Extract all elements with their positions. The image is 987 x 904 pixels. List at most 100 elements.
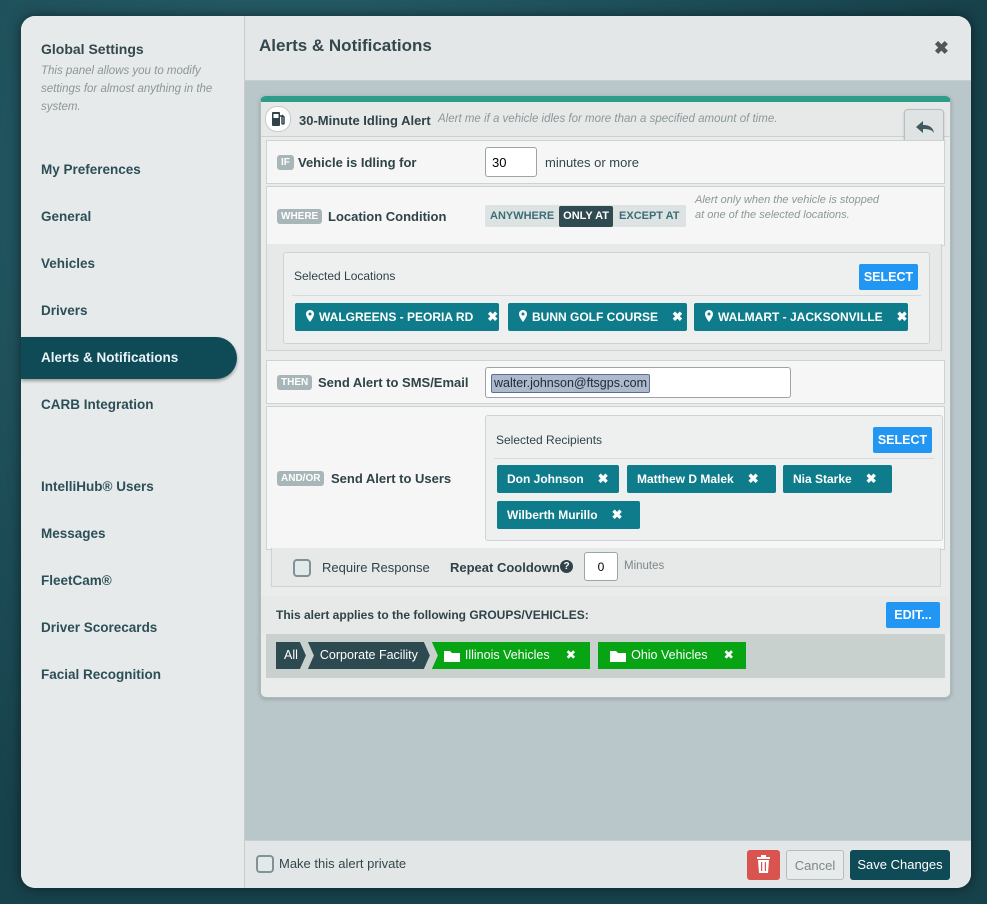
breadcrumb-corporate-facility[interactable]: Corporate Facility bbox=[308, 642, 430, 669]
alert-card-header: 30-Minute Idling Alert Alert me if a veh… bbox=[261, 102, 950, 147]
sidebar-description: This panel allows you to modify settings… bbox=[41, 65, 213, 113]
groups-bar: All Corporate Facility Illinois Vehicles… bbox=[266, 634, 945, 678]
then-tag: THEN bbox=[277, 375, 313, 390]
location-condition-toggle: ANYWHERE ONLY AT EXCEPT AT bbox=[485, 205, 686, 227]
alert-card: 30-Minute Idling Alert Alert me if a veh… bbox=[260, 96, 951, 698]
sms-email-input[interactable]: walter.johnson@ftsgps.com bbox=[485, 367, 791, 398]
sidebar-item-driver-scorecards[interactable]: Driver Scorecards bbox=[21, 607, 237, 649]
andor-tag: AND/OR bbox=[277, 471, 325, 486]
option-only-at[interactable]: ONLY AT bbox=[559, 206, 614, 227]
page-title: Alerts & Notifications bbox=[259, 36, 432, 55]
recipient-name: Matthew D Malek bbox=[637, 472, 734, 486]
recipient-pill: Don Johnson ✖ bbox=[497, 465, 619, 493]
sidebar-item-general[interactable]: General bbox=[21, 196, 237, 238]
sidebar-item-drivers[interactable]: Drivers bbox=[21, 290, 237, 332]
sidebar-item-carb-integration[interactable]: CARB Integration bbox=[21, 384, 237, 426]
select-recipients-button[interactable]: SELECT bbox=[873, 427, 932, 453]
remove-icon[interactable]: ✖ bbox=[897, 309, 908, 324]
sidebar: Global Settings This panel allows you to… bbox=[21, 16, 245, 888]
then-label: Send Alert to SMS/Email bbox=[318, 375, 469, 390]
folder-icon bbox=[610, 650, 627, 662]
option-anywhere[interactable]: ANYWHERE bbox=[485, 205, 559, 227]
remove-icon[interactable]: ✖ bbox=[748, 471, 759, 486]
remove-icon[interactable]: ✖ bbox=[487, 309, 498, 324]
group-pill: Ohio Vehicles ✖ bbox=[598, 642, 747, 669]
edit-groups-button[interactable]: EDIT... bbox=[886, 602, 940, 628]
location-name: BUNN GOLF COURSE bbox=[532, 310, 658, 324]
if-row: IF Vehicle is Idling for minutes or more bbox=[266, 140, 945, 184]
save-changes-button[interactable]: Save Changes bbox=[850, 850, 950, 880]
recipient-name: Don Johnson bbox=[507, 472, 584, 486]
recipient-name: Nia Starke bbox=[793, 472, 852, 486]
where-tag: WHERE bbox=[277, 209, 323, 224]
map-marker-icon bbox=[705, 310, 713, 322]
footer: Make this alert private Cancel Save Chan… bbox=[245, 840, 971, 888]
delete-button[interactable] bbox=[747, 850, 780, 880]
breadcrumb: All Corporate Facility Illinois Vehicles… bbox=[276, 642, 747, 669]
remove-icon[interactable]: ✖ bbox=[566, 642, 576, 669]
recipient-pill: Wilberth Murillo ✖ bbox=[497, 501, 640, 529]
location-pill: BUNN GOLF COURSE ✖ bbox=[508, 303, 687, 331]
selected-recipients-title: Selected Recipients bbox=[496, 433, 603, 447]
fuel-pump-icon bbox=[265, 106, 291, 132]
breadcrumb-all[interactable]: All bbox=[276, 642, 306, 669]
where-label: Location Condition bbox=[328, 209, 447, 224]
close-icon[interactable]: ✖ bbox=[934, 38, 949, 59]
sidebar-item-intellihub-users[interactable]: IntelliHub® Users bbox=[21, 466, 237, 508]
require-response-label: Require Response bbox=[322, 560, 430, 575]
email-token[interactable]: walter.johnson@ftsgps.com bbox=[491, 374, 651, 393]
remove-icon[interactable]: ✖ bbox=[612, 507, 623, 522]
help-icon[interactable]: ? bbox=[560, 560, 573, 573]
sidebar-item-messages[interactable]: Messages bbox=[21, 513, 237, 555]
map-marker-icon bbox=[306, 310, 314, 322]
groups-title: This alert applies to the following GROU… bbox=[276, 608, 589, 622]
trash-icon bbox=[757, 855, 770, 873]
recipient-name: Wilberth Murillo bbox=[507, 508, 598, 522]
remove-icon[interactable]: ✖ bbox=[672, 309, 683, 324]
private-checkbox[interactable] bbox=[256, 855, 274, 873]
require-response-checkbox[interactable] bbox=[293, 559, 311, 577]
header: Alerts & Notifications ✖ bbox=[245, 16, 971, 81]
cancel-button[interactable]: Cancel bbox=[786, 850, 844, 880]
content-area: 30-Minute Idling Alert Alert me if a veh… bbox=[245, 81, 971, 841]
where-row: WHERE Location Condition ANYWHERE ONLY A… bbox=[266, 186, 945, 246]
map-marker-icon bbox=[519, 310, 527, 322]
selected-recipients-panel: Selected Recipients SELECT Don Johnson ✖ … bbox=[485, 415, 943, 541]
location-pill: WALGREENS - PEORIA RD ✖ bbox=[295, 303, 499, 331]
global-settings-modal: Global Settings This panel allows you to… bbox=[21, 16, 971, 888]
sidebar-item-alerts-notifications[interactable]: Alerts & Notifications bbox=[21, 337, 237, 379]
selected-locations-title: Selected Locations bbox=[294, 269, 396, 283]
repeat-cooldown-label: Repeat Cooldown bbox=[450, 560, 560, 575]
alert-description: Alert me if a vehicle idles for more tha… bbox=[438, 113, 778, 125]
location-name: WALGREENS - PEORIA RD bbox=[319, 310, 474, 324]
location-name: WALMART - JACKSONVILLE bbox=[718, 310, 883, 324]
sidebar-item-fleetcam[interactable]: FleetCam® bbox=[21, 560, 237, 602]
remove-icon[interactable]: ✖ bbox=[724, 642, 734, 669]
group-name: Illinois Vehicles bbox=[464, 648, 550, 662]
location-hint: Alert only when the vehicle is stopped a… bbox=[695, 194, 880, 221]
sidebar-item-vehicles[interactable]: Vehicles bbox=[21, 243, 237, 285]
recipient-pill: Matthew D Malek ✖ bbox=[627, 465, 776, 493]
idle-unit-label: minutes or more bbox=[545, 155, 639, 170]
sidebar-item-my-preferences[interactable]: My Preferences bbox=[21, 149, 237, 191]
response-row: Require Response Repeat Cooldown ? Minut… bbox=[271, 548, 941, 587]
sidebar-title: Global Settings bbox=[41, 41, 144, 57]
remove-icon[interactable]: ✖ bbox=[598, 471, 609, 486]
group-pill: Illinois Vehicles ✖ bbox=[431, 642, 591, 669]
group-name: Ohio Vehicles bbox=[631, 648, 708, 662]
selected-locations-panel: Selected Locations SELECT WALGREENS - PE… bbox=[283, 252, 930, 344]
andor-label: Send Alert to Users bbox=[331, 471, 452, 486]
private-label: Make this alert private bbox=[279, 856, 407, 871]
groups-header: This alert applies to the following GROU… bbox=[261, 596, 950, 634]
if-label: Vehicle is Idling for bbox=[298, 155, 417, 170]
remove-icon[interactable]: ✖ bbox=[866, 471, 877, 486]
idle-minutes-input[interactable] bbox=[485, 147, 537, 177]
location-pill: WALMART - JACKSONVILLE ✖ bbox=[694, 303, 908, 331]
option-except-at[interactable]: EXCEPT AT bbox=[613, 205, 686, 227]
then-row: THEN Send Alert to SMS/Email walter.john… bbox=[266, 360, 945, 404]
select-locations-button[interactable]: SELECT bbox=[859, 264, 918, 290]
andor-row: AND/OR Send Alert to Users Selected Reci… bbox=[266, 406, 945, 550]
sidebar-item-facial-recognition[interactable]: Facial Recognition bbox=[21, 654, 237, 696]
repeat-cooldown-input[interactable] bbox=[584, 552, 618, 581]
alert-name: 30-Minute Idling Alert bbox=[299, 113, 431, 128]
